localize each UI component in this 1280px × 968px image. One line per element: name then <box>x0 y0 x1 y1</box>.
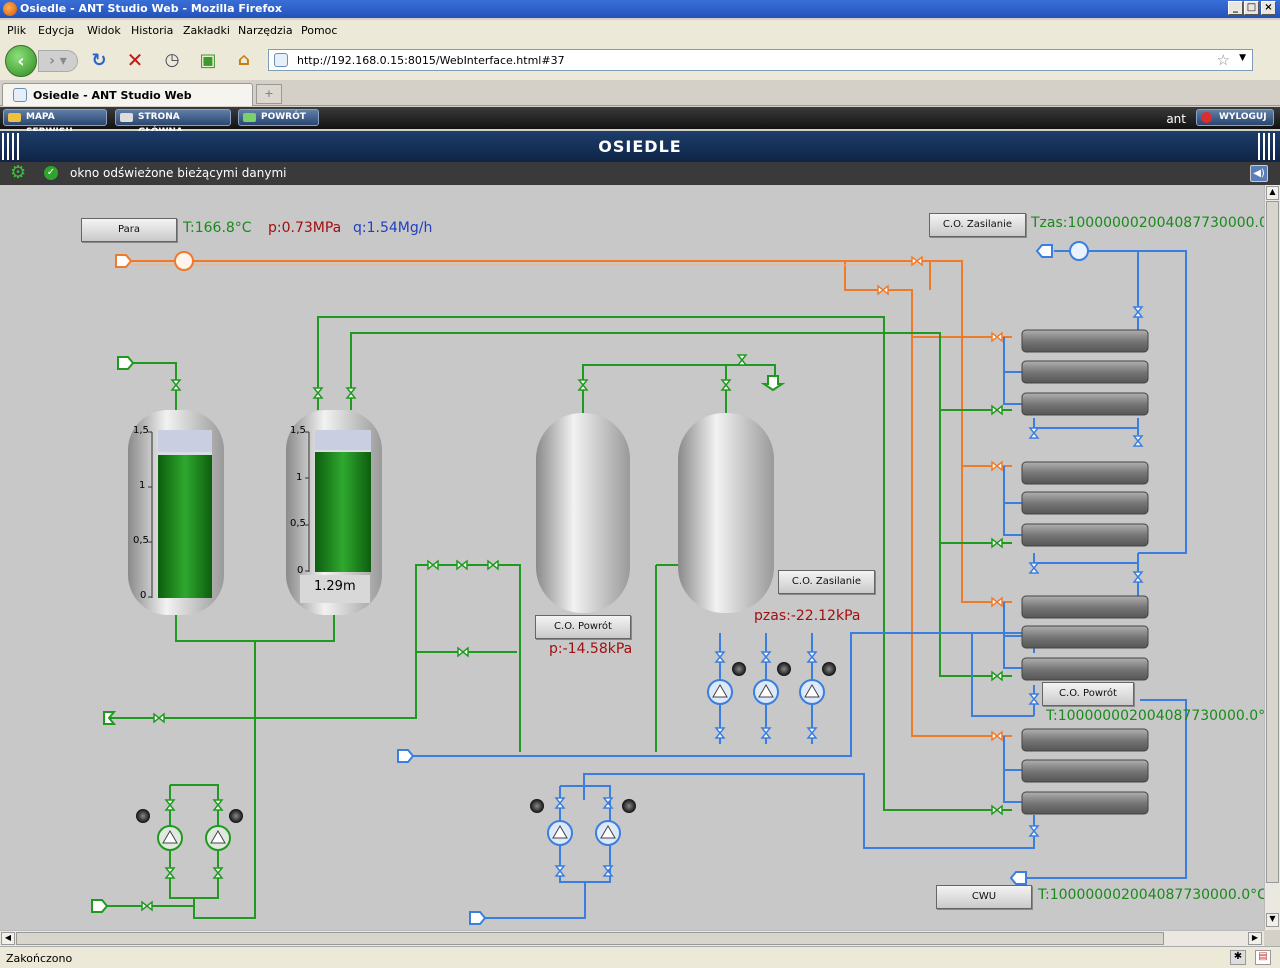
history-clock-icon[interactable]: ◷ <box>161 49 183 71</box>
gear-icon[interactable]: ⚙ <box>10 164 26 182</box>
site-favicon-icon <box>274 53 288 67</box>
status-bar: ⚙ ✓ okno odświeżone bieżącymi danymi ◀) <box>0 162 1280 185</box>
bookmark-star-icon[interactable]: ☆ <box>1217 51 1230 69</box>
cwu-button[interactable]: CWU <box>936 885 1032 909</box>
tab-osiedle[interactable]: Osiedle - ANT Studio Web <box>2 83 253 106</box>
service-map-button[interactable]: MAPA SERWISU <box>3 109 107 137</box>
tank1-scale-1-5: 1,5 <box>133 425 149 436</box>
minimize-button[interactable]: _ <box>1228 1 1243 15</box>
scroll-right-icon[interactable]: ▶ <box>1248 932 1262 945</box>
home-icon[interactable]: ⌂ <box>233 49 255 71</box>
tank2-scale-1-5: 1,5 <box>290 425 306 436</box>
para-temperature: T:166.8°C <box>183 220 252 236</box>
tank1-scale-0-5: 0,5 <box>133 535 149 546</box>
powrot-pressure: p:-14.58kPa <box>549 641 633 657</box>
logout-icon <box>1201 112 1212 123</box>
back-button[interactable]: POWRÓT <box>238 109 319 126</box>
tab-bar: Osiedle - ANT Studio Web + <box>0 80 1280 106</box>
browser-status-text: Zakończono <box>6 952 73 965</box>
co-powrot-mid-button[interactable]: C.O. Powrót <box>535 615 631 639</box>
co-zasilanie-mid-button[interactable]: C.O. Zasilanie <box>778 570 875 594</box>
header-stripes-left <box>2 133 20 160</box>
tank1-scale-1: 1 <box>139 480 146 491</box>
map-icon <box>8 113 21 122</box>
menu-plik[interactable]: Plik <box>7 24 26 37</box>
zasilanie-pressure: pzas:-22.12kPa <box>754 608 861 624</box>
scroll-up-icon[interactable]: ▲ <box>1266 186 1279 200</box>
tank2-scale-1: 1 <box>296 472 303 483</box>
tank2-scale-0-5: 0,5 <box>290 518 306 529</box>
para-pressure: p:0.73MPa <box>268 220 342 236</box>
tank2-scale-0: 0 <box>297 565 304 576</box>
page-header: OSIEDLE <box>0 131 1280 162</box>
back-arrow-icon <box>243 113 256 122</box>
para-flow: q:1.54Mg/h <box>353 220 433 236</box>
scroll-down-icon[interactable]: ▼ <box>1266 913 1279 927</box>
window-title: Osiedle - ANT Studio Web - Mozilla Firef… <box>20 2 282 15</box>
forward-arrow-icon[interactable]: › ▾ <box>38 50 78 72</box>
navigation-toolbar: ‹ › ▾ ↻ ✕ ◷ ▣ ⌂ http://192.168.0.15:8015… <box>0 40 1280 80</box>
url-text: http://192.168.0.15:8015/WebInterface.ht… <box>297 54 565 67</box>
scada-canvas: 1,5 1 0,5 0 1,5 1 0,5 0 1.29m Para T:166… <box>0 185 1264 930</box>
menu-bar: Plik Edycja Widok Historia Zakładki Narz… <box>0 20 1280 40</box>
scroll-left-icon[interactable]: ◀ <box>1 932 15 945</box>
tzas-value: Tzas:100000002004087730000.0°C <box>1031 215 1264 231</box>
vertical-scroll-thumb[interactable] <box>1266 201 1279 883</box>
house-icon <box>120 113 133 122</box>
stop-icon[interactable]: ✕ <box>124 48 146 72</box>
home-page-button[interactable]: STRONA GŁÓWNA <box>115 109 231 137</box>
menu-historia[interactable]: Historia <box>131 24 173 37</box>
maximize-button[interactable]: □ <box>1244 1 1259 15</box>
user-name: ant <box>1166 112 1186 126</box>
page-title: OSIEDLE <box>598 137 682 156</box>
checkmark-icon: ✓ <box>44 166 58 180</box>
co-powrot-right-button[interactable]: C.O. Powrót <box>1042 682 1134 706</box>
addons-icon[interactable]: ✱ <box>1230 950 1246 965</box>
vertical-scrollbar[interactable]: ▲ ▼ <box>1264 185 1280 930</box>
horizontal-scrollbar[interactable]: ◀ ▶ <box>0 930 1264 946</box>
firefox-icon <box>3 2 17 16</box>
status-message: okno odświeżone bieżącymi danymi <box>70 166 287 180</box>
reload-icon[interactable]: ↻ <box>88 49 110 71</box>
logout-button[interactable]: WYLOGUJ <box>1196 109 1274 126</box>
powrot-temperature: T:100000002004087730000.0°C <box>1046 708 1264 724</box>
app-toolbar: MAPA SERWISU STRONA GŁÓWNA POWRÓT ant WY… <box>0 107 1280 137</box>
para-button[interactable]: Para <box>81 218 177 242</box>
tab-favicon-icon <box>13 88 27 102</box>
tank1-scale-0: 0 <box>140 590 147 601</box>
address-bar[interactable]: http://192.168.0.15:8015/WebInterface.ht… <box>268 49 1253 71</box>
sound-icon[interactable]: ◀) <box>1250 165 1268 182</box>
menu-widok[interactable]: Widok <box>87 24 121 37</box>
new-tab-button[interactable]: + <box>256 84 282 104</box>
cwu-temperature: T:100000002004087730000.0°C <box>1038 887 1264 903</box>
process-diagram <box>91 241 1187 925</box>
back-arrow-icon[interactable]: ‹ <box>5 45 37 77</box>
menu-edycja[interactable]: Edycja <box>38 24 74 37</box>
menu-pomoc[interactable]: Pomoc <box>301 24 337 37</box>
new-bookmark-icon[interactable]: ▣ <box>197 49 219 71</box>
co-zasilanie-top-button[interactable]: C.O. Zasilanie <box>929 213 1026 237</box>
horizontal-scroll-thumb[interactable] <box>16 932 1164 945</box>
tab-label: Osiedle - ANT Studio Web <box>33 89 192 102</box>
menu-narzedzia[interactable]: Narzędzia <box>238 24 293 37</box>
close-window-button[interactable]: × <box>1261 1 1276 15</box>
browser-status-bar: Zakończono ✱ ▤ <box>0 946 1280 968</box>
tank2-level-value: 1.29m <box>314 579 356 594</box>
security-icon[interactable]: ▤ <box>1255 950 1271 965</box>
url-dropdown-icon[interactable]: ▼ <box>1239 53 1246 63</box>
back-label: POWRÓT <box>261 112 306 122</box>
logout-label: WYLOGUJ <box>1219 112 1267 122</box>
window-title-bar: Osiedle - ANT Studio Web - Mozilla Firef… <box>0 0 1280 18</box>
menu-zakladki[interactable]: Zakładki <box>183 24 230 37</box>
header-stripes-right <box>1258 133 1276 160</box>
